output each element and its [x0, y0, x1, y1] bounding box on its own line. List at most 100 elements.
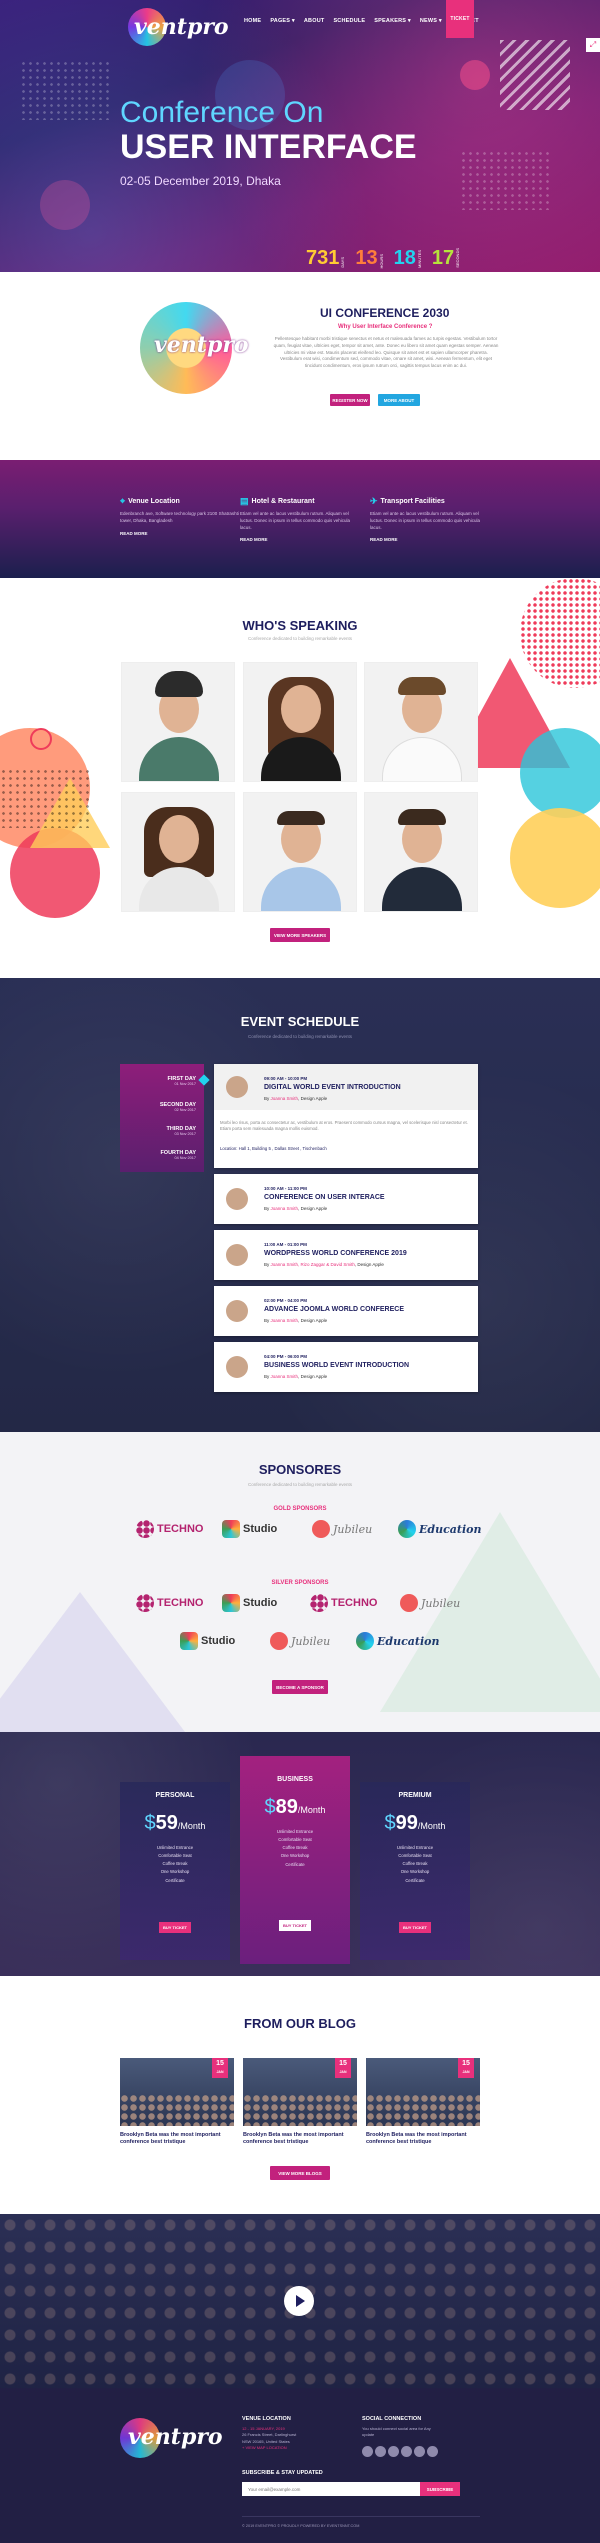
footer: ventpro VENUE LOCATION 12 - 15 JANUARY, … [0, 2388, 600, 2543]
buy-ticket-button[interactable]: TICKET [446, 0, 474, 38]
subscribe-heading: SUBSCRIBE & STAY UPDATED [242, 2470, 323, 2476]
social-heading: SOCIAL CONNECTION [362, 2416, 422, 2422]
blog-post-title[interactable]: Brooklyn Beta was the most important con… [243, 2132, 357, 2147]
speaker-photo[interactable] [243, 792, 357, 912]
share-icon[interactable]: ⤢ [586, 38, 600, 52]
buy-ticket-button[interactable]: BUY TICKET [399, 1922, 431, 1933]
google-plus-icon[interactable] [401, 2446, 412, 2457]
view-map-link[interactable]: + VIEW MAP LOCATION [242, 2445, 287, 2450]
nav-item-speakers[interactable]: SPEAKERS ▾ [374, 18, 411, 24]
blog-post-title[interactable]: Brooklyn Beta was the most important con… [120, 2132, 234, 2147]
speakers-section: WHO'S SPEAKING Conference dedicated to b… [0, 578, 600, 978]
nav-item-about[interactable]: ABOUT [304, 18, 325, 24]
subscribe-email-input[interactable] [242, 2482, 420, 2496]
pricing-plan-premium: PREMIUM $99/Month Unlimited Entrance Comf… [360, 1782, 470, 1960]
hero-subtitle: Conference On [120, 96, 324, 129]
schedule-event[interactable]: 10:00 AM - 11:00 PM CONFERENCE ON USER I… [214, 1174, 478, 1224]
copyright: © 2019 EVENTPRO © PROUDLY POWERED BY EVE… [242, 2524, 360, 2528]
video-section [0, 2214, 600, 2388]
transport-read-more-link[interactable]: READ MORE [370, 537, 490, 542]
blog-post[interactable]: 15 JAN Brooklyn Beta was the most importa… [243, 2058, 357, 2147]
sponsor-logo[interactable]: Jubileu [270, 1630, 330, 1652]
become-sponsor-button[interactable]: BECOME A SPONSOR [272, 1680, 328, 1694]
venue-read-more-link[interactable]: READ MORE [120, 531, 240, 536]
post-date-badge: 15 JAN [335, 2058, 351, 2078]
view-more-speakers-button[interactable]: VIEW MORE SPEAKERS [270, 928, 330, 942]
nav-item-schedule[interactable]: SCHEDULE [333, 18, 365, 24]
speaker-photo[interactable] [121, 792, 235, 912]
sponsors-subtitle: Conference dedicated to building remarka… [247, 1482, 353, 1487]
sponsor-logo[interactable]: Jubileu [312, 1518, 372, 1540]
schedule-event[interactable]: 04:00 PM - 06:00 PM BUSINESS WORLD EVENT… [214, 1342, 478, 1392]
tab-fourth-day[interactable]: FOURTH DAY 04 Nov 2017 [160, 1150, 196, 1160]
tab-first-day[interactable]: FIRST DAY 01 Nov 2017 [167, 1076, 196, 1086]
subscribe-button[interactable]: SUBSCRIBE [420, 2482, 460, 2496]
schedule-event[interactable]: 11:00 AM - 01:00 PM WORDPRESS WORLD CONF… [214, 1230, 478, 1280]
tab-third-day[interactable]: THIRD DAY 03 Nov 2017 [167, 1126, 196, 1136]
sponsor-logo[interactable]: Studio [180, 1630, 235, 1652]
sponsor-logo[interactable]: TECHNO [136, 1592, 203, 1614]
speaker-photo[interactable] [364, 792, 478, 912]
countdown: 731 DAYS 13 HOURS 18 MINUTES 17 SECONDS [306, 248, 460, 268]
chevron-down-icon: ▾ [407, 18, 411, 24]
nav-item-pages[interactable]: PAGES ▾ [270, 18, 295, 24]
blog-post-image[interactable]: 15 JAN [243, 2058, 357, 2126]
hotel-icon: ▤ [240, 496, 249, 506]
blog-post[interactable]: 15 JAN Brooklyn Beta was the most importa… [366, 2058, 480, 2147]
map-pin-icon: ⌖ [120, 496, 126, 506]
sponsor-logo[interactable]: Studio [222, 1592, 277, 1614]
site-logo[interactable]: ventpro [128, 8, 229, 48]
schedule-event[interactable]: 09:00 AM - 10:00 PM DIGITAL WORLD EVENT … [214, 1064, 478, 1168]
main-nav: HOME PAGES ▾ ABOUT SCHEDULE SPEAKERS ▾ N… [244, 0, 479, 38]
hero-date: 02-05 December 2019, Dhaka [120, 174, 281, 188]
buy-ticket-button[interactable]: BUY TICKET [159, 1922, 191, 1933]
sponsor-logo[interactable]: Education [356, 1630, 440, 1652]
register-now-button[interactable]: REGISTER NOW [330, 394, 370, 406]
pricing-plan-business: BUSINESS $89/Month Unlimited Entrance Com… [240, 1756, 350, 1964]
blog-post[interactable]: 15 JAN Brooklyn Beta was the most importa… [120, 2058, 234, 2147]
blog-post-title[interactable]: Brooklyn Beta was the most important con… [366, 2132, 480, 2147]
speaker-photo[interactable] [121, 662, 235, 782]
event-location: Location: Hall 1, Building 5 , Dallas St… [220, 1146, 327, 1151]
speaker-photo[interactable] [243, 662, 357, 782]
tab-second-day[interactable]: SECOND DAY 02 Nov 2017 [160, 1102, 196, 1112]
about-logo-text: ventpro [154, 332, 249, 358]
play-video-button[interactable] [284, 2286, 314, 2316]
sponsor-logo[interactable]: TECHNO [136, 1518, 203, 1540]
nav-item-news[interactable]: NEWS ▾ [420, 18, 442, 24]
schedule-event[interactable]: 02:00 PM - 04:00 PM ADVANCE JOOMLA WORLD… [214, 1286, 478, 1336]
blog-post-image[interactable]: 15 JAN [366, 2058, 480, 2126]
info-transport: ✈ Transport Facilities Etiam vel ante ac … [370, 496, 490, 542]
linkedin-icon[interactable] [388, 2446, 399, 2457]
speakers-title: WHO'S SPEAKING [242, 618, 358, 633]
social-text: You should connect social area for Any u… [362, 2426, 431, 2438]
footer-logo[interactable]: ventpro [128, 2424, 223, 2450]
sponsor-logo[interactable]: Jubileu [400, 1592, 460, 1614]
countdown-days: 731 DAYS [306, 247, 346, 269]
view-more-blogs-button[interactable]: VIEW MORE BLOGS [270, 2166, 330, 2180]
more-about-button[interactable]: MORE ABOUT [378, 394, 420, 406]
blog-section: FROM OUR BLOG 15 JAN Brooklyn Beta was th… [0, 1976, 600, 2214]
sponsor-logo[interactable]: TECHNO [310, 1592, 377, 1614]
sponsor-logo[interactable]: Education [398, 1518, 482, 1540]
instagram-icon[interactable] [427, 2446, 438, 2457]
blog-post-image[interactable]: 15 JAN [120, 2058, 234, 2126]
page: ventpro HOME PAGES ▾ ABOUT SCHEDULE SPEA… [0, 0, 600, 2543]
buy-ticket-button[interactable]: BUY TICKET [279, 1920, 311, 1931]
sponsor-logo[interactable]: Studio [222, 1518, 277, 1540]
about-subtitle: Why User Interface Conference ? [338, 324, 433, 330]
countdown-minutes: 18 MINUTES [393, 247, 422, 269]
about-title: UI CONFERENCE 2030 [320, 306, 450, 320]
post-date-badge: 15 JAN [212, 2058, 228, 2078]
hotel-read-more-link[interactable]: READ MORE [240, 537, 360, 542]
nav-item-home[interactable]: HOME [244, 18, 261, 24]
day-tabs: FIRST DAY 01 Nov 2017 SECOND DAY 02 Nov 20… [120, 1064, 204, 1172]
speaker-photo[interactable] [364, 662, 478, 782]
info-hotel: ▤ Hotel & Restaurant Etiam vel ante ac la… [240, 496, 360, 542]
dribbble-icon[interactable] [414, 2446, 425, 2457]
twitter-icon[interactable] [375, 2446, 386, 2457]
logo-text: ventpro [134, 14, 229, 40]
about-section: ventpro UI CONFERENCE 2030 Why User Inte… [0, 272, 600, 460]
facebook-icon[interactable] [362, 2446, 373, 2457]
about-logo-graphic: ventpro [140, 302, 249, 394]
